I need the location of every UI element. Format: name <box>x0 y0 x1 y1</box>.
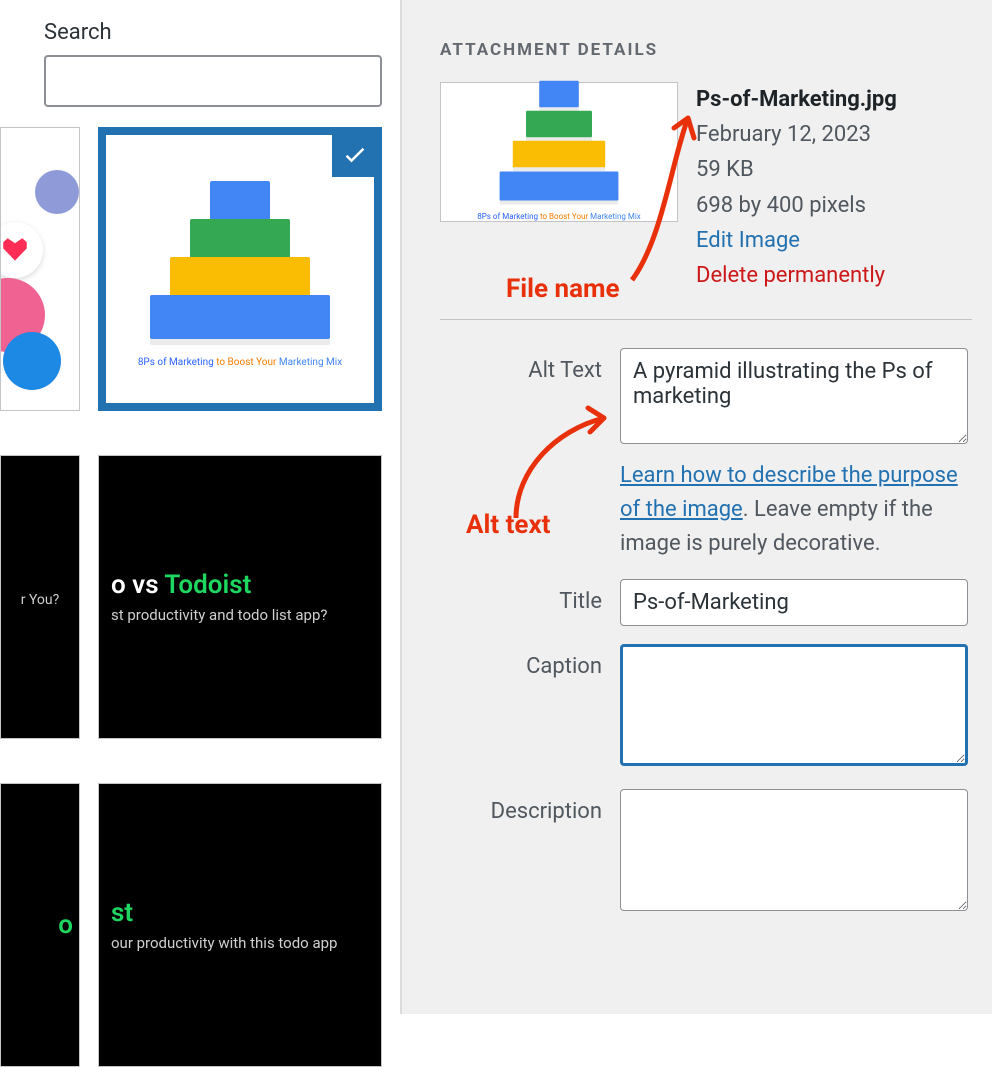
thumb-caption-part: Marketing Mix <box>279 357 342 368</box>
alt-text-help: Learn how to describe the purpose of the… <box>620 459 968 561</box>
search-input[interactable] <box>44 55 382 107</box>
alt-text-input[interactable]: A pyramid illustrating the Ps of marketi… <box>620 348 968 444</box>
description-input[interactable] <box>620 789 968 911</box>
thumbnail-grid: 8Ps of Marketing to Boost Your Marketing… <box>0 127 400 1067</box>
attachment-filename: Ps-of-Marketing.jpg <box>696 82 972 117</box>
thumb-title-part: Todoist <box>164 570 251 600</box>
caption-label: Caption <box>440 644 620 679</box>
search-label: Search <box>44 20 400 45</box>
attachment-dimensions: 698 by 400 pixels <box>696 188 972 223</box>
title-label: Title <box>440 579 620 614</box>
thumb-title-part: o <box>58 910 73 940</box>
thumb-title-part: o vs <box>111 570 164 600</box>
alt-text-label: Alt Text <box>440 348 620 383</box>
attachment-details-panel: Attachment Details 8Ps of Marketing to B… <box>402 0 992 1014</box>
thumbnail-item-selected[interactable]: 8Ps of Marketing to Boost Your Marketing… <box>98 127 382 411</box>
thumbnail-item[interactable]: st our productivity with this todo app <box>98 783 382 1067</box>
thumb-subtitle: r You? <box>21 592 60 608</box>
thumbnail-item[interactable]: o vs Todoist st productivity and todo li… <box>98 455 382 739</box>
heart-icon <box>0 222 43 278</box>
thumb-caption-part: to Boost Your <box>216 357 279 368</box>
thumb-caption-part: 8Ps of Marketing <box>138 357 216 368</box>
thumbnail-item[interactable]: o <box>0 783 80 1067</box>
delete-permanently-link[interactable]: Delete permanently <box>696 258 972 293</box>
section-title: Attachment Details <box>440 40 972 60</box>
title-input[interactable] <box>620 579 968 626</box>
thumb-title-part: st <box>111 898 133 928</box>
media-library-panel: Search <box>0 0 402 1014</box>
attachment-filesize: 59 KB <box>696 152 972 187</box>
edit-image-link[interactable]: Edit Image <box>696 223 972 258</box>
thumb-subtitle: st productivity and todo list app? <box>111 606 328 624</box>
selected-check-icon <box>332 131 378 177</box>
attachment-preview: 8Ps of Marketing to Boost Your Marketing… <box>440 82 678 222</box>
thumb-subtitle: our productivity with this todo app <box>111 934 337 952</box>
attachment-date: February 12, 2023 <box>696 117 972 152</box>
caption-input[interactable] <box>620 644 968 766</box>
thumbnail-item[interactable]: r You? <box>0 455 80 739</box>
thumbnail-item[interactable] <box>0 127 80 411</box>
description-label: Description <box>440 789 620 824</box>
